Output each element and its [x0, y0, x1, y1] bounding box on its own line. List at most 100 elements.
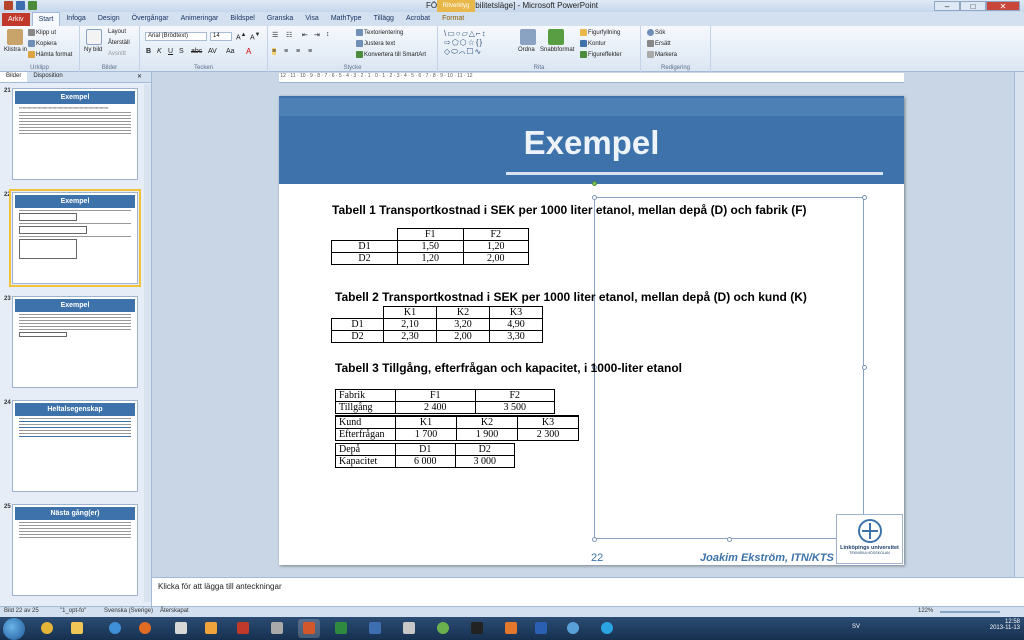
spacing-button[interactable]: AV: [208, 48, 217, 55]
change-case-button[interactable]: Aa: [226, 48, 235, 55]
justify-button[interactable]: ≡: [308, 48, 312, 55]
shape-outline-button[interactable]: Kontur: [580, 40, 606, 47]
shape-effects-button[interactable]: Figureffekter: [580, 51, 622, 58]
status-language[interactable]: Svenska (Sverige): [104, 608, 153, 614]
smartart-button[interactable]: Konvertera till SmartArt: [356, 51, 426, 58]
taskbar-app[interactable]: [398, 619, 420, 638]
resize-handle[interactable]: [862, 365, 867, 370]
new-slide-icon[interactable]: [86, 29, 102, 45]
align-left-button[interactable]: ≡: [272, 48, 277, 55]
taskbar-app[interactable]: [562, 619, 584, 638]
grow-font-button[interactable]: A▲: [236, 32, 246, 41]
resize-handle[interactable]: [862, 195, 867, 200]
bold-button[interactable]: B: [146, 48, 151, 55]
underline-button[interactable]: U: [168, 48, 173, 55]
taskbar-excel[interactable]: [330, 619, 352, 638]
replace-button[interactable]: Ersätt: [647, 40, 671, 47]
taskbar-acrobat[interactable]: [232, 619, 254, 638]
strikethrough-button[interactable]: abc: [191, 48, 202, 55]
close-button[interactable]: ✕: [986, 1, 1020, 11]
arrange-icon[interactable]: [520, 29, 536, 45]
zoom-level[interactable]: 122%: [918, 608, 933, 614]
tab-insert[interactable]: Infoga: [60, 12, 91, 26]
italic-button[interactable]: K: [157, 48, 162, 55]
tab-file[interactable]: Arkiv: [2, 13, 30, 26]
taskbar-app[interactable]: [266, 619, 288, 638]
start-button[interactable]: [3, 618, 25, 640]
slide-canvas[interactable]: Exempel Tabell 1 Transportkostnad i SEK …: [279, 96, 904, 565]
tab-acrobat[interactable]: Acrobat: [400, 12, 436, 26]
tab-slides[interactable]: Bilder: [0, 72, 28, 82]
taskbar-app[interactable]: [364, 619, 386, 638]
taskbar-app[interactable]: [466, 619, 488, 638]
resize-handle[interactable]: [727, 537, 732, 542]
resize-handle[interactable]: [592, 195, 597, 200]
tab-transitions[interactable]: Övergångar: [126, 12, 175, 26]
quick-styles-button[interactable]: Snabbformat: [540, 47, 574, 53]
tray-date[interactable]: 2013-11-13: [990, 625, 1020, 631]
shapes-gallery[interactable]: \▭○▱△⌐↕ ⇨⬠⬡☆{} ◇⬭⌒☐∿: [444, 29, 510, 57]
rotate-handle[interactable]: [592, 181, 597, 186]
resize-handle[interactable]: [592, 537, 597, 542]
panel-scrollbar[interactable]: [144, 84, 151, 602]
notes-pane[interactable]: Klicka för att lägga till anteckningar: [152, 577, 1024, 606]
taskbar-matlab[interactable]: [500, 619, 522, 638]
tab-outline[interactable]: Disposition: [27, 72, 68, 82]
shrink-font-button[interactable]: A▼: [250, 32, 260, 41]
paste-button[interactable]: Klistra in: [4, 47, 27, 53]
vertical-scrollbar[interactable]: [1014, 72, 1024, 577]
decrease-indent-button[interactable]: ⇤: [302, 31, 308, 39]
tab-addins[interactable]: Tillägg: [368, 12, 400, 26]
layout-button[interactable]: Layout: [108, 29, 126, 35]
zoom-slider[interactable]: [940, 611, 1000, 613]
tab-review[interactable]: Granska: [261, 12, 299, 26]
section-button[interactable]: Avsnitt: [108, 51, 126, 57]
tab-view[interactable]: Visa: [299, 12, 325, 26]
taskbar-firefox[interactable]: [134, 619, 156, 638]
taskbar-app[interactable]: [200, 619, 222, 638]
line-spacing-button[interactable]: ↕: [326, 31, 330, 38]
tab-animations[interactable]: Animeringar: [175, 12, 225, 26]
panel-close-icon[interactable]: ✕: [131, 72, 148, 81]
arrange-button[interactable]: Ordna: [518, 47, 535, 53]
horizontal-ruler[interactable]: 12 · 11 · 10 · 9 · 8 · 7 · 6 · 5 · 4 · 3…: [279, 73, 904, 83]
tab-slideshow[interactable]: Bildspel: [224, 12, 261, 26]
copy-button[interactable]: Kopiera: [28, 40, 57, 47]
bullets-button[interactable]: ☰: [272, 31, 278, 39]
tab-format[interactable]: Format: [436, 12, 470, 26]
font-size-select[interactable]: 14: [210, 32, 232, 41]
align-right-button[interactable]: ≡: [296, 48, 300, 55]
slide-title[interactable]: Exempel: [279, 124, 904, 162]
taskbar-ie[interactable]: [104, 619, 126, 638]
numbering-button[interactable]: ☷: [286, 31, 292, 39]
tab-mathtype[interactable]: MathType: [325, 12, 368, 26]
taskbar-spotify[interactable]: [432, 619, 454, 638]
tray-language[interactable]: SV: [852, 624, 860, 630]
taskbar-word[interactable]: [530, 619, 552, 638]
tab-start[interactable]: Start: [31, 12, 61, 26]
taskbar-chrome[interactable]: [36, 619, 58, 638]
font-color-button[interactable]: A: [246, 47, 251, 56]
new-slide-button[interactable]: Ny bild: [84, 47, 102, 53]
maximize-button[interactable]: □: [960, 1, 986, 11]
text-direction-button[interactable]: Textorientering: [356, 29, 403, 36]
taskbar-explorer[interactable]: [66, 619, 88, 638]
align-center-button[interactable]: ≡: [284, 48, 288, 55]
reset-button[interactable]: Återställ: [108, 40, 130, 46]
taskbar-powerpoint[interactable]: [298, 619, 320, 638]
format-painter-button[interactable]: Hämta format: [28, 51, 72, 58]
minimize-button[interactable]: –: [934, 1, 960, 11]
align-text-button[interactable]: Justera text: [356, 40, 395, 47]
font-name-select[interactable]: Arial (Brödtext): [145, 32, 207, 41]
tab-design[interactable]: Design: [92, 12, 126, 26]
taskbar-app[interactable]: [170, 619, 192, 638]
increase-indent-button[interactable]: ⇥: [314, 31, 320, 39]
shape-fill-button[interactable]: Figurfyllning: [580, 29, 620, 36]
find-button[interactable]: Sök: [647, 29, 665, 36]
cut-button[interactable]: Klipp ut: [28, 29, 56, 36]
paste-icon[interactable]: [7, 29, 23, 45]
select-button[interactable]: Markera: [647, 51, 677, 58]
shadow-button[interactable]: S: [179, 48, 184, 55]
taskbar-skype[interactable]: [596, 619, 618, 638]
quick-styles-icon[interactable]: [548, 29, 564, 45]
